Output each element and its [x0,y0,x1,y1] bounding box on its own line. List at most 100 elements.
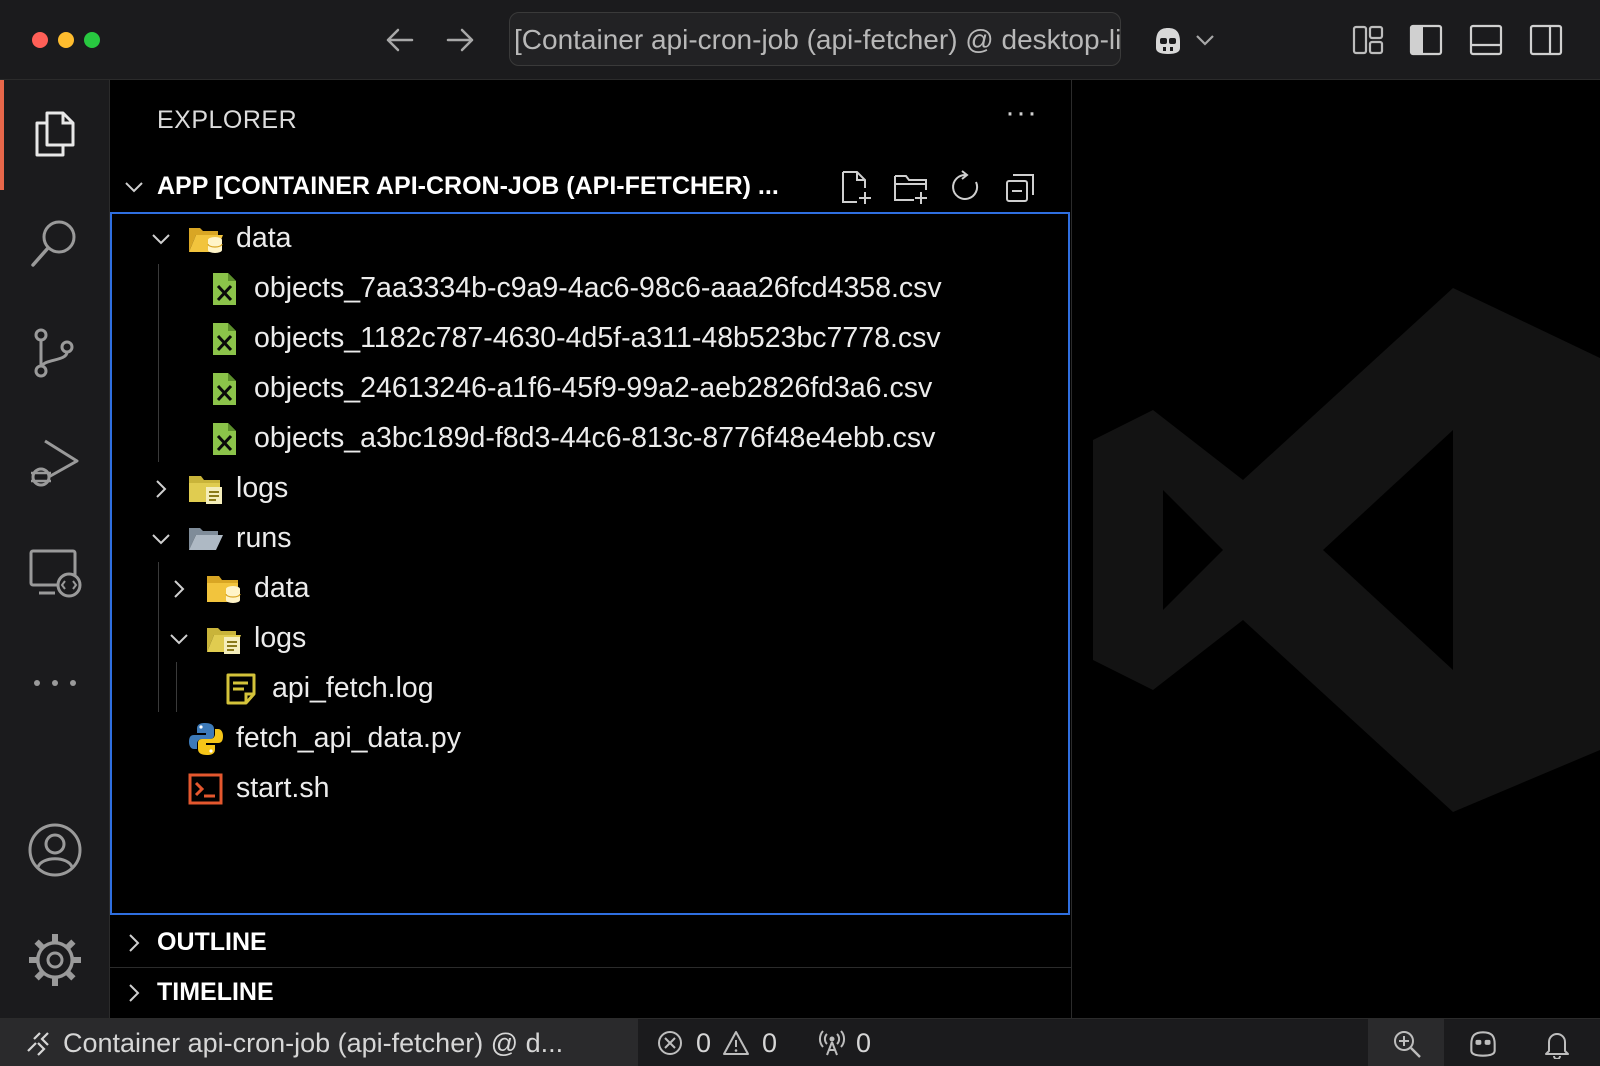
status-bar: Container api-cron-job (api-fetcher) @ d… [0,1018,1600,1066]
tree-file-shell[interactable]: start.sh [112,764,1068,814]
explorer-sidebar: EXPLORER ··· APP [CONTAINER API-CRON-JOB… [110,80,1072,1018]
remote-label: Container api-cron-job (api-fetcher) @ d… [63,1028,564,1058]
new-file-icon[interactable] [837,168,875,206]
settings-gear-icon[interactable] [25,930,85,990]
zoom-indicator[interactable] [1368,1019,1444,1066]
outline-label: OUTLINE [157,928,267,956]
forward-arrow-icon[interactable] [440,20,480,60]
remote-connection-icon [27,1032,49,1056]
copilot-icon [1470,1031,1496,1057]
tree-file-log[interactable]: api_fetch.log [112,664,1068,714]
ports-count: 0 [856,1028,872,1058]
chevron-down-icon [152,534,170,545]
minimize-window-button[interactable] [58,32,74,48]
outline-section-header[interactable]: OUTLINE [110,918,1072,968]
toggle-panel-icon[interactable] [1466,20,1506,60]
folder-data-open-icon [189,228,223,253]
tree-folder-logs[interactable]: logs [112,464,1068,514]
tree-item-label: logs [254,622,307,654]
remote-explorer-icon[interactable] [25,543,85,603]
tree-item-label: objects_1182c787-4630-4d5f-a311-48b523bc… [254,322,941,354]
chevron-right-icon [129,934,140,952]
tree-item-label: objects_24613246-a1f6-45f9-99a2-aeb2826f… [254,372,933,404]
tree-item-label: fetch_api_data.py [236,722,462,754]
warning-count: 0 [762,1028,778,1058]
log-file-icon [226,673,256,705]
chevron-right-icon [174,580,185,598]
notifications-button[interactable] [1530,1019,1586,1066]
editor-area [1073,80,1600,1018]
source-control-icon[interactable] [25,323,85,383]
views-more-actions-button[interactable]: ··· [1005,96,1038,130]
zoom-in-icon [1394,1031,1421,1058]
tree-file-csv[interactable]: objects_a3bc189d-f8d3-44c6-813c-8776f48e… [112,414,1068,464]
forwarded-ports-indicator[interactable]: 0 [818,1019,898,1066]
error-icon [658,1031,682,1055]
tree-item-label: runs [236,522,292,554]
tree-folder-data[interactable]: data [112,214,1068,264]
toggle-primary-sidebar-icon[interactable] [1406,20,1446,60]
refresh-icon[interactable] [947,168,985,206]
accounts-icon[interactable] [25,820,85,880]
problems-indicator[interactable]: 0 0 [656,1019,796,1066]
tree-item-label: data [254,572,310,604]
chevron-right-icon [156,480,167,498]
command-center-label: [Container api-cron-job (api-fetcher) @ … [514,24,1121,55]
folder-open-icon [189,528,223,550]
folder-logs-icon [189,476,222,504]
csv-file-icon [213,373,236,405]
tree-item-label: objects_a3bc189d-f8d3-44c6-813c-8776f48e… [254,422,936,454]
more-views-icon[interactable] [25,653,85,713]
close-window-button[interactable] [32,32,48,48]
tree-item-label: api_fetch.log [272,672,434,704]
tree-file-csv[interactable]: objects_7aa3334b-c9a9-4ac6-98c6-aaa26fcd… [112,264,1068,314]
folder-data-icon [207,576,241,603]
customize-layout-icon[interactable] [1348,20,1388,60]
chevron-down-icon[interactable] [1192,20,1218,60]
chevron-down-icon [170,634,188,645]
new-folder-icon[interactable] [892,168,930,206]
active-view-indicator [0,80,4,190]
tree-folder-data[interactable]: data [112,564,1068,614]
explorer-files-icon[interactable] [25,103,85,163]
search-icon[interactable] [25,213,85,273]
run-and-debug-icon[interactable] [25,433,85,493]
timeline-label: TIMELINE [157,978,274,1006]
chevron-down-icon [125,182,143,193]
tree-file-csv[interactable]: objects_1182c787-4630-4d5f-a311-48b523bc… [112,314,1068,364]
file-tree: data objects_7aa3334b-c9a9-4ac6-98c6-aaa… [110,212,1070,915]
copilot-icon[interactable] [1148,20,1188,60]
warning-icon [723,1031,749,1055]
tree-file-csv[interactable]: objects_24613246-a1f6-45f9-99a2-aeb2826f… [112,364,1068,414]
broadcast-ports-icon [819,1030,845,1056]
toggle-secondary-sidebar-icon[interactable] [1526,20,1566,60]
tree-folder-runs[interactable]: runs [112,514,1068,564]
workspace-folder-header[interactable]: APP [CONTAINER API-CRON-JOB (API-FETCHER… [110,162,1072,212]
tree-folder-logs[interactable]: logs [112,614,1068,664]
tree-file-python[interactable]: fetch_api_data.py [112,714,1068,764]
activity-bar [0,80,110,1018]
timeline-section-header[interactable]: TIMELINE [110,968,1072,1018]
collapse-all-icon[interactable] [1002,168,1040,206]
python-file-icon [189,723,223,755]
tree-item-label: start.sh [236,772,330,804]
csv-file-icon [213,273,236,305]
command-center-search[interactable]: [Container api-cron-job (api-fetcher) @ … [509,12,1121,66]
folder-logs-open-icon [207,628,241,654]
error-count: 0 [696,1028,712,1058]
title-bar: [Container api-cron-job (api-fetcher) @ … [0,0,1600,80]
workspace-folder-title: APP [CONTAINER API-CRON-JOB (API-FETCHER… [157,172,779,200]
tree-item-label: data [236,222,292,254]
csv-file-icon [213,423,236,455]
copilot-status-button[interactable] [1460,1019,1516,1066]
shell-script-icon [188,773,223,805]
vscode-logo-watermark-icon [1093,288,1600,812]
tree-item-label: objects_7aa3334b-c9a9-4ac6-98c6-aaa26fcd… [254,272,942,304]
maximize-window-button[interactable] [84,32,100,48]
back-arrow-icon[interactable] [380,20,420,60]
chevron-down-icon [152,234,170,245]
tree-item-label: logs [236,472,289,504]
csv-file-icon [213,323,236,355]
remote-indicator[interactable]: Container api-cron-job (api-fetcher) @ d… [0,1019,638,1066]
sidebar-title: EXPLORER [157,106,298,134]
